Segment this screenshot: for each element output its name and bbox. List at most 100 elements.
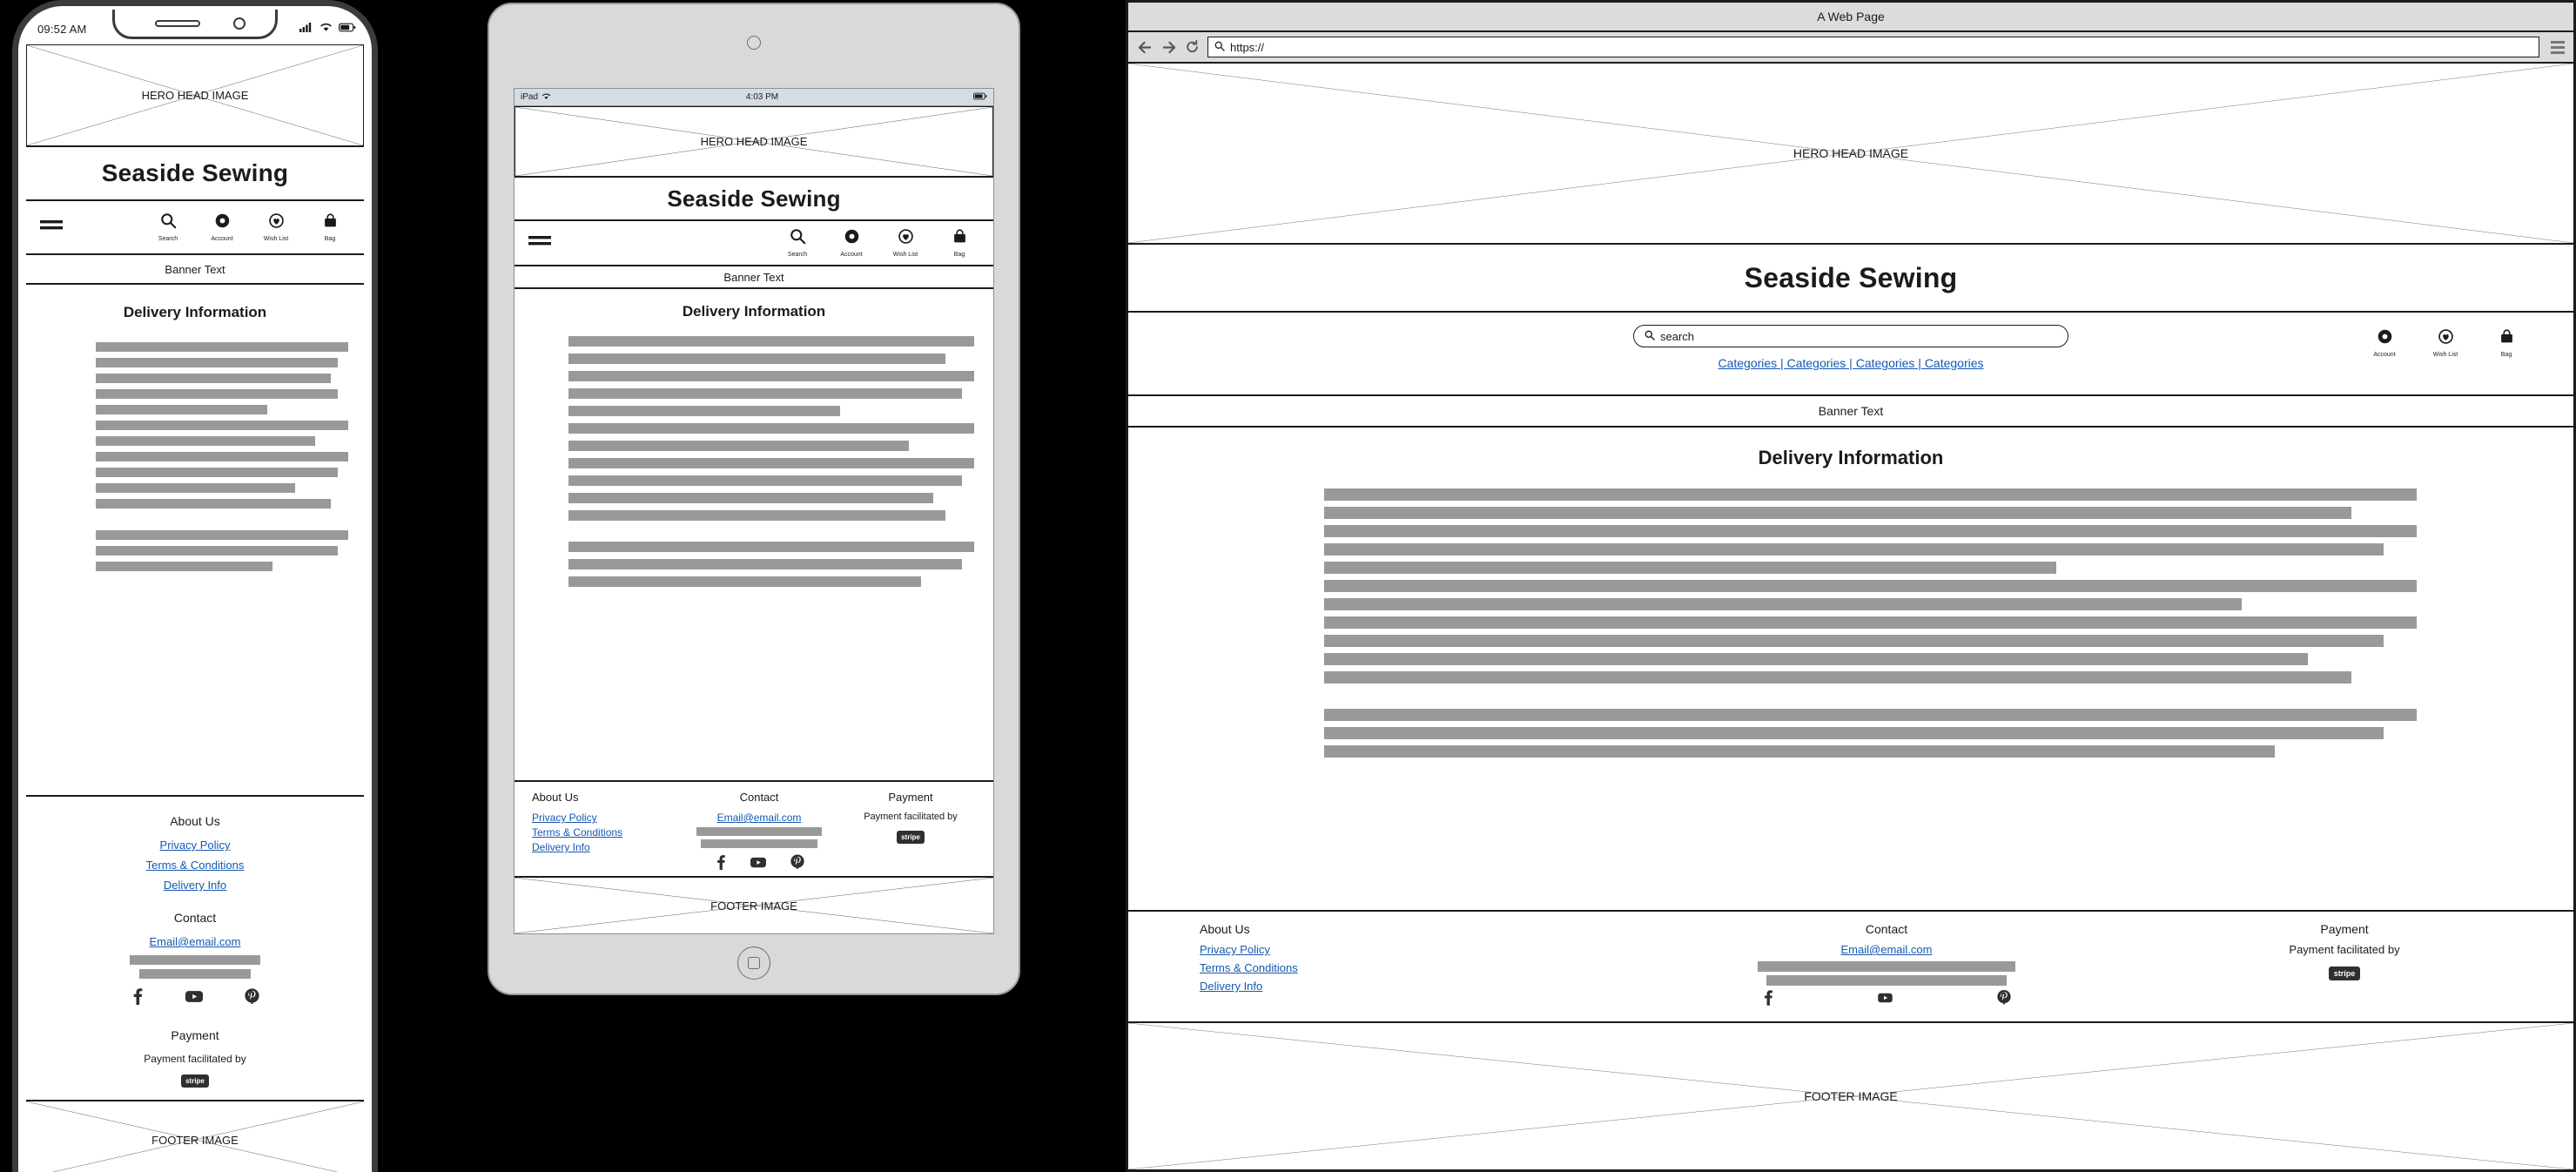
desktop-browser-mockup: A Web Page https:// HERO HEAD IMAGE Seas…: [1126, 0, 2576, 1172]
content-placeholder-bars-1: [515, 336, 993, 528]
youtube-icon[interactable]: [750, 857, 766, 872]
url-bar[interactable]: https://: [1207, 37, 2539, 57]
footer-image-label: FOOTER IMAGE: [710, 899, 797, 913]
contact-placeholder-bar: [139, 969, 251, 979]
nav-item-wish-list[interactable]: Wish List: [261, 212, 291, 242]
footer-heading-contact: Contact: [739, 791, 779, 804]
nav-item-bag[interactable]: Bag: [2492, 328, 2521, 358]
heart-icon: [268, 212, 285, 233]
nav-item-bag[interactable]: Bag: [945, 228, 974, 258]
footer-link-terms-conditions[interactable]: Terms & Conditions: [35, 859, 355, 872]
footer-column-about: About Us Privacy Policy Terms & Conditio…: [1128, 922, 1658, 1021]
hero-image-placeholder: HERO HEAD IMAGE: [515, 106, 993, 178]
footer-link-delivery-info[interactable]: Delivery Info: [1200, 980, 1658, 993]
tablet-clock: 4:03 PM: [745, 92, 779, 102]
banner-text: Banner Text: [1128, 396, 2573, 428]
stripe-badge: stripe: [181, 1074, 209, 1088]
footer-email-link[interactable]: Email@email.com: [1658, 943, 2115, 956]
nav-item-wish-list[interactable]: Wish List: [2431, 328, 2460, 358]
desktop-account-icons: Account Wish List Bag: [2370, 328, 2521, 358]
footer-heading-payment: Payment: [2320, 922, 2369, 936]
tablet-home-button[interactable]: [737, 946, 770, 980]
battery-icon: [339, 21, 356, 37]
bag-icon: [2499, 328, 2515, 349]
hero-image-placeholder: HERO HEAD IMAGE: [26, 44, 364, 147]
nav-item-search[interactable]: Search: [153, 212, 183, 242]
tablet-camera: [747, 36, 761, 50]
youtube-icon[interactable]: [185, 990, 203, 1007]
nav-item-wish-list[interactable]: Wish List: [891, 228, 920, 258]
footer-link-delivery-info[interactable]: Delivery Info: [532, 841, 683, 853]
footer-link-terms-conditions[interactable]: Terms & Conditions: [532, 826, 683, 839]
footer-email-link[interactable]: Email@email.com: [35, 935, 355, 948]
hamburger-icon[interactable]: [40, 219, 63, 236]
tablet-status-bar: iPad 4:03 PM: [515, 89, 993, 106]
footer-heading-payment: Payment: [171, 1028, 219, 1042]
nav-item-search[interactable]: Search: [783, 228, 812, 258]
facebook-icon[interactable]: [715, 854, 726, 874]
back-arrow-icon[interactable]: [1137, 39, 1153, 55]
footer-heading-contact: Contact: [173, 911, 217, 925]
search-icon: [160, 212, 177, 233]
nav-item-label: Wish List: [2432, 352, 2458, 358]
nav-item-account[interactable]: Account: [837, 228, 866, 258]
signal-icon: [299, 21, 313, 37]
heart-icon: [2438, 328, 2454, 349]
payment-facilitated-text: Payment facilitated by: [2289, 943, 2400, 956]
facebook-icon[interactable]: [131, 987, 144, 1009]
nav-item-account[interactable]: Account: [2370, 328, 2399, 358]
pinterest-icon[interactable]: [790, 854, 804, 874]
site-brand-title: Seaside Sewing: [1128, 245, 2573, 313]
footer-link-terms-conditions[interactable]: Terms & Conditions: [1200, 961, 1658, 974]
hamburger-icon[interactable]: [528, 235, 551, 252]
page-content: Delivery Information: [1128, 428, 2573, 912]
hero-image-label: HERO HEAD IMAGE: [141, 89, 249, 102]
footer-link-privacy-policy[interactable]: Privacy Policy: [532, 812, 683, 824]
nav-item-account[interactable]: Account: [207, 212, 237, 242]
tablet-mockup: iPad 4:03 PM HERO HEAD IMAGE Seaside Sew…: [488, 3, 1020, 995]
phone-side-button-volume-up[interactable]: [12, 267, 13, 330]
mobile-nav-bar: Search Account Wish List Bag: [26, 201, 364, 255]
heart-icon: [898, 228, 914, 249]
footer-heading-about: About Us: [170, 814, 220, 828]
pinterest-icon[interactable]: [1997, 989, 2011, 1010]
search-input[interactable]: search: [1633, 325, 2068, 347]
browser-title-bar: A Web Page: [1128, 3, 2573, 32]
categories-links[interactable]: Categories | Categories | Categories | C…: [1718, 356, 1983, 370]
reload-icon[interactable]: [1184, 39, 1200, 55]
nav-item-bag[interactable]: Bag: [315, 212, 345, 242]
facebook-icon[interactable]: [1762, 989, 1773, 1010]
payment-facilitated-text: Payment facilitated by: [144, 1053, 246, 1065]
wifi-icon: [541, 92, 551, 103]
footer-email-link[interactable]: Email@email.com: [683, 812, 835, 824]
phone-notch: [112, 10, 278, 39]
search-icon: [790, 228, 806, 249]
pinterest-icon[interactable]: [245, 987, 259, 1009]
footer-link-delivery-info[interactable]: Delivery Info: [35, 879, 355, 892]
battery-icon: [972, 92, 987, 103]
phone-side-button-power[interactable]: [377, 285, 378, 381]
nav-item-label: Search: [787, 252, 808, 258]
content-placeholder-bars-2: [1128, 709, 2573, 764]
tablet-screen: iPad 4:03 PM HERO HEAD IMAGE Seaside Sew…: [514, 88, 994, 934]
phone-side-button-volume-down[interactable]: [12, 347, 13, 410]
youtube-icon[interactable]: [1878, 992, 1893, 1007]
account-icon: [2377, 328, 2393, 349]
account-icon: [844, 228, 860, 249]
desktop-footer: About Us Privacy Policy Terms & Conditio…: [1128, 912, 2573, 1023]
page-title: Delivery Information: [123, 304, 267, 320]
social-links: [1658, 989, 2115, 1010]
browser-toolbar: https://: [1128, 32, 2573, 64]
footer-heading-contact: Contact: [1865, 922, 1908, 936]
footer-image-label: FOOTER IMAGE: [151, 1133, 239, 1147]
forward-arrow-icon[interactable]: [1160, 39, 1176, 55]
footer-link-privacy-policy[interactable]: Privacy Policy: [35, 839, 355, 852]
phone-camera: [233, 17, 245, 30]
browser-menu-icon[interactable]: [2547, 40, 2565, 54]
phone-side-button-mute[interactable]: [12, 202, 13, 237]
phone-screen: HERO HEAD IMAGE Seaside Sewing Search Ac…: [26, 44, 364, 1172]
footer-link-privacy-policy[interactable]: Privacy Policy: [1200, 943, 1658, 956]
desktop-search-row: search Categories | Categories | Categor…: [1128, 313, 2573, 396]
footer-column-about: About Us Privacy Policy Terms & Conditio…: [521, 791, 683, 876]
contact-placeholder-bar: [1766, 975, 2007, 986]
